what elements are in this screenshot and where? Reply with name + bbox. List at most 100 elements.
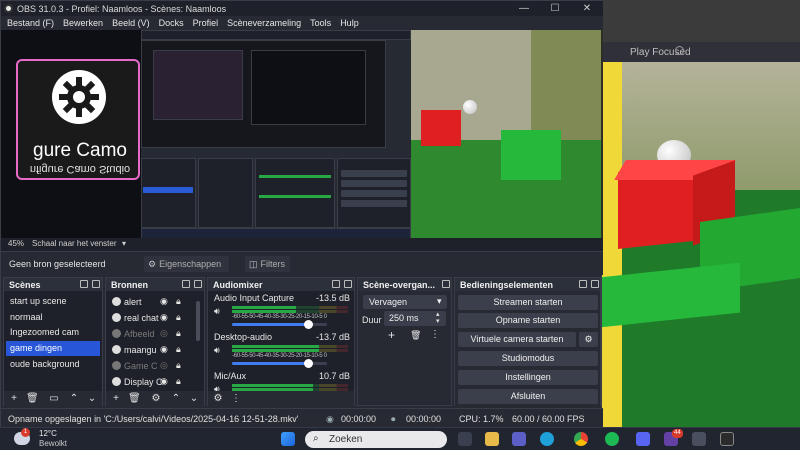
mixer-settings-icon[interactable]: ⚙: [212, 393, 224, 404]
virtual-camera-settings-icon[interactable]: ⚙: [579, 332, 598, 347]
transition-select[interactable]: Vervagen ▾: [363, 295, 447, 309]
dock-close-icon[interactable]: [92, 280, 100, 288]
dock-close-icon[interactable]: [194, 280, 202, 288]
lock-icon[interactable]: 🔒︎: [176, 377, 185, 386]
menu-profiel[interactable]: Profiel: [193, 18, 219, 28]
start-virtual-camera-button[interactable]: Virtuele camera starten: [458, 332, 576, 347]
speaker-icon[interactable]: 🔊︎: [214, 384, 225, 391]
source-item[interactable]: maangu ◉ 🔒︎: [108, 342, 188, 358]
start-recording-button[interactable]: Opname starten: [458, 313, 598, 328]
discord-icon[interactable]: [636, 432, 650, 446]
weather-widget[interactable]: 1 12°C Bewolkt: [6, 428, 86, 450]
remove-source-icon[interactable]: 🗑: [128, 393, 141, 404]
source-settings-icon[interactable]: ⚙: [150, 393, 162, 404]
scene-item[interactable]: oude background: [6, 357, 100, 372]
add-source-icon[interactable]: +: [110, 393, 122, 404]
source-item[interactable]: Afbeeld ◎ 🔒︎: [108, 326, 188, 342]
volume-knob[interactable]: [304, 320, 313, 329]
preview-area[interactable]: gure Camo nfigure Camo Studio: [1, 30, 603, 238]
lock-icon[interactable]: 🔒︎: [176, 361, 185, 370]
studio-mode-button[interactable]: Studiomodus: [458, 351, 598, 366]
exit-button[interactable]: Afsluiten: [458, 389, 598, 404]
menu-tools[interactable]: Tools: [310, 18, 331, 28]
nested-scenes: [141, 158, 196, 228]
minimize-button[interactable]: —: [509, 1, 539, 16]
taskbar-search[interactable]: ⌕ Zoeken: [305, 431, 447, 448]
sources-scrollbar[interactable]: [196, 301, 200, 341]
menu-bestand[interactable]: Bestand (F): [7, 18, 54, 28]
dock-float-icon[interactable]: [332, 280, 340, 288]
source-item[interactable]: Display C ◉ 🔒︎: [108, 374, 188, 390]
close-button[interactable]: ✕: [572, 1, 602, 16]
eye-hidden-icon[interactable]: ◎: [160, 329, 169, 338]
filters-button[interactable]: ◫ Filters: [245, 256, 290, 272]
menu-beeld[interactable]: Beeld (V): [112, 18, 150, 28]
start-icon[interactable]: [281, 432, 295, 446]
move-up-icon[interactable]: ⌃: [170, 393, 182, 404]
teams-icon[interactable]: [512, 432, 526, 446]
remove-transition-icon[interactable]: 🗑: [410, 330, 421, 341]
scene-item[interactable]: normaal: [6, 310, 100, 325]
scenes-dock: Scènes start up scene normaal Ingezoomed…: [3, 277, 103, 406]
preview-canvas[interactable]: [141, 30, 603, 238]
lock-icon[interactable]: 🔒︎: [176, 313, 185, 322]
scene-item[interactable]: Ingezoomed cam: [6, 325, 100, 340]
game-window-button[interactable]: [675, 46, 684, 55]
duration-input[interactable]: 250 ms ▴ ▾: [384, 311, 446, 326]
source-item[interactable]: alert ◉ 🔒︎: [108, 294, 188, 310]
spotify-icon[interactable]: [605, 432, 619, 446]
mixer-menu-icon[interactable]: ⋮: [230, 393, 242, 404]
properties-button[interactable]: ⚙ Eigenschappen: [144, 256, 229, 272]
remove-scene-icon[interactable]: 🗑: [26, 393, 39, 404]
chrome-icon[interactable]: [574, 432, 588, 446]
volume-slider[interactable]: [232, 320, 327, 329]
source-item[interactable]: real chat ◉ 🔒︎: [108, 310, 188, 326]
scene-item[interactable]: start up scene: [6, 294, 100, 309]
scene-item-selected[interactable]: game dingen: [6, 341, 100, 356]
dock-float-icon[interactable]: [182, 280, 190, 288]
eye-icon[interactable]: ◉: [160, 345, 169, 354]
dock-close-icon[interactable]: [344, 280, 352, 288]
zoom-mode[interactable]: Schaal naar het venster: [32, 239, 117, 248]
zoom-dropdown-icon[interactable]: ▾: [122, 239, 126, 248]
unity-icon[interactable]: [692, 432, 706, 446]
settings-button[interactable]: Instellingen: [458, 370, 598, 385]
obs-taskbar-icon[interactable]: [720, 432, 734, 446]
eye-icon[interactable]: ◉: [160, 297, 169, 306]
speaker-icon[interactable]: 🔊︎: [214, 345, 225, 355]
maximize-button[interactable]: ☐: [540, 1, 570, 16]
source-item[interactable]: Game C ◎ 🔒︎: [108, 358, 188, 374]
volume-knob[interactable]: [304, 359, 313, 368]
move-down-icon[interactable]: ⌄: [86, 393, 98, 404]
add-transition-icon[interactable]: +: [388, 328, 395, 342]
mixer-title: Audiomixer: [213, 280, 263, 290]
stepper-down-icon[interactable]: ▾: [436, 317, 440, 325]
eye-icon[interactable]: ◉: [160, 313, 169, 322]
menu-bewerken[interactable]: Bewerken: [63, 18, 103, 28]
dock-float-icon[interactable]: [442, 280, 450, 288]
lock-icon[interactable]: 🔒︎: [176, 329, 185, 338]
edge-icon[interactable]: [540, 432, 554, 446]
lock-icon[interactable]: 🔒︎: [176, 345, 185, 354]
volume-slider[interactable]: [232, 359, 327, 368]
dock-float-icon[interactable]: [579, 280, 587, 288]
eye-icon[interactable]: ◉: [160, 377, 169, 386]
move-up-icon[interactable]: ⌃: [68, 393, 80, 404]
lock-icon[interactable]: 🔒︎: [176, 297, 185, 306]
zoom-percent[interactable]: 45%: [8, 239, 24, 248]
eye-hidden-icon[interactable]: ◎: [160, 361, 169, 370]
menu-sceneverzameling[interactable]: Scèneverzameling: [227, 18, 301, 28]
stream-time: 00:00:00: [341, 414, 377, 424]
dock-float-icon[interactable]: [80, 280, 88, 288]
task-view-icon[interactable]: [458, 432, 472, 446]
file-explorer-icon[interactable]: [485, 432, 499, 446]
add-scene-icon[interactable]: +: [8, 393, 20, 404]
menu-docks[interactable]: Docks: [159, 18, 184, 28]
move-down-icon[interactable]: ⌄: [188, 393, 200, 404]
scene-filter-icon[interactable]: ▭: [48, 393, 60, 404]
dock-close-icon[interactable]: [591, 280, 599, 288]
speaker-icon[interactable]: 🔊︎: [214, 306, 225, 316]
start-streaming-button[interactable]: Streamen starten: [458, 295, 598, 310]
menu-hulp[interactable]: Hulp: [340, 18, 359, 28]
transition-menu-icon[interactable]: ⋮: [430, 329, 440, 340]
